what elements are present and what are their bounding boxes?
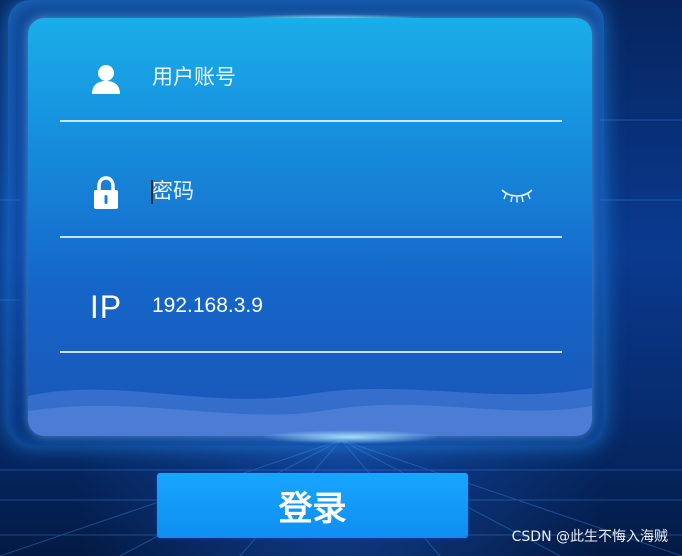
ip-label-icon: IP xyxy=(89,288,123,325)
lock-icon xyxy=(86,176,126,210)
ip-input[interactable]: 192.168.3.9 xyxy=(152,293,263,319)
panel-waves xyxy=(28,388,592,436)
username-row[interactable]: 用户账号 xyxy=(60,58,562,98)
password-underline xyxy=(60,236,562,238)
frame-bottom-glow xyxy=(260,430,440,444)
watermark: CSDN @此生不悔入海贼 xyxy=(511,529,668,545)
password-input[interactable]: 密码 xyxy=(152,179,194,205)
ip-row[interactable]: IP 192.168.3.9 xyxy=(60,286,562,326)
username-input[interactable]: 用户账号 xyxy=(152,65,236,91)
password-row[interactable]: 密码 xyxy=(60,172,562,212)
eye-closed-icon[interactable] xyxy=(500,184,534,204)
username-underline xyxy=(60,120,562,122)
ip-underline xyxy=(60,351,562,353)
user-icon xyxy=(86,62,126,96)
login-button[interactable]: 登录 xyxy=(157,473,468,538)
login-panel: 用户账号 密码 IP 192.168.3.9 xyxy=(28,18,592,436)
